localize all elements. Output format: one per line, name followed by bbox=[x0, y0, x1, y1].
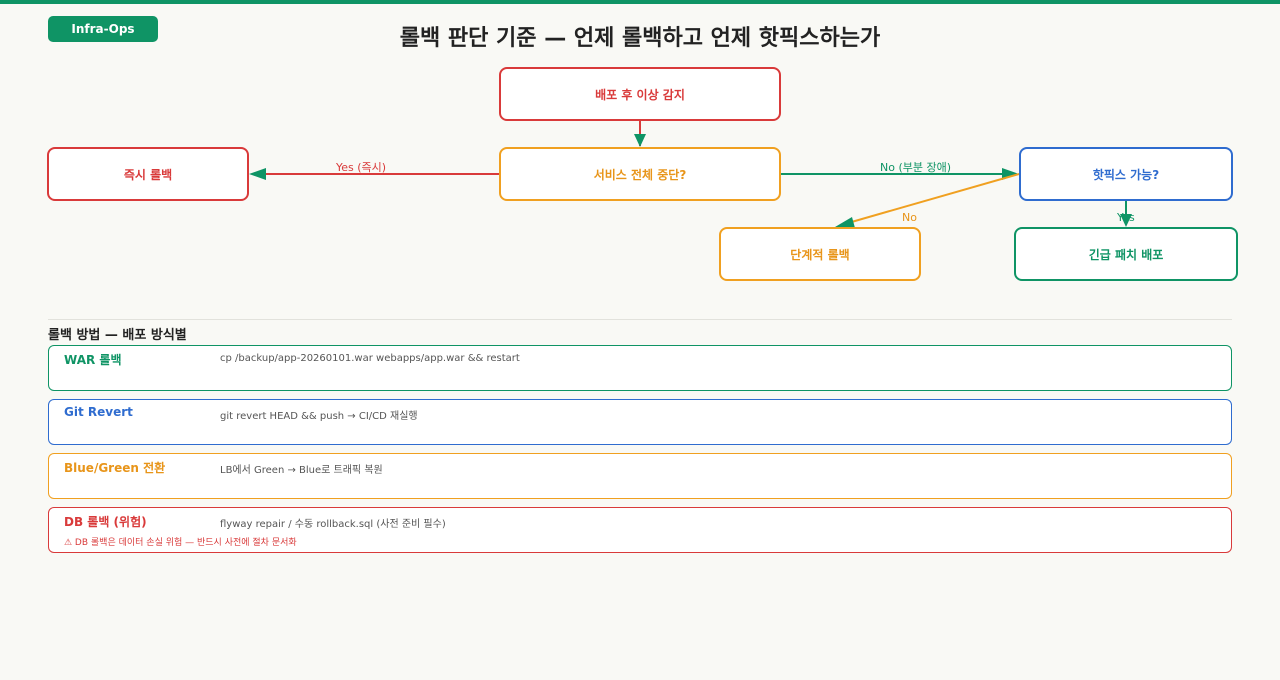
method-command: git revert HEAD && push → CI/CD 재실행 bbox=[220, 411, 418, 422]
arrowhead-detect-to-outage bbox=[634, 134, 646, 147]
edge-label-yes: Yes bbox=[1117, 211, 1135, 224]
method-command: flyway repair / 수동 rollback.sql (사전 준비 필… bbox=[220, 519, 446, 530]
methods-section-title: 롤백 방법 — 배포 방식별 bbox=[48, 328, 187, 343]
edge-label-no-partial: No (부분 장애) bbox=[880, 161, 952, 174]
node-emergency-patch: 긴급 패치 배포 bbox=[1014, 227, 1238, 281]
node-hotfix-decision: 핫픽스 가능? bbox=[1019, 147, 1233, 201]
method-name: Git Revert bbox=[64, 405, 133, 419]
method-name: Blue/Green 전환 bbox=[64, 461, 166, 475]
method-command: cp /backup/app-20260101.war webapps/app.… bbox=[220, 353, 520, 364]
arrowhead-outage-to-rollback bbox=[249, 168, 266, 180]
method-name: WAR 롤백 bbox=[64, 353, 122, 367]
method-card-war: WAR 롤백 cp /backup/app-20260101.war webap… bbox=[48, 345, 1232, 391]
node-service-outage-decision: 서비스 전체 중단? bbox=[499, 147, 781, 201]
section-divider bbox=[48, 319, 1232, 320]
node-immediate-rollback: 즉시 롤백 bbox=[47, 147, 249, 201]
node-anomaly-detected: 배포 후 이상 감지 bbox=[499, 67, 781, 121]
method-card-blue-green: Blue/Green 전환 LB에서 Green → Blue로 트래픽 복원 bbox=[48, 453, 1232, 499]
edge-label-yes-immediate: Yes (즉시) bbox=[336, 161, 387, 174]
method-name: DB 롤백 (위험) bbox=[64, 515, 147, 529]
method-card-db-rollback: DB 롤백 (위험) flyway repair / 수동 rollback.s… bbox=[48, 507, 1232, 553]
edge-hotfix-to-staged bbox=[847, 173, 1020, 224]
node-staged-rollback: 단계적 롤백 bbox=[719, 227, 921, 281]
edge-label-no: No bbox=[902, 211, 917, 224]
method-card-git-revert: Git Revert git revert HEAD && push → CI/… bbox=[48, 399, 1232, 445]
warning-text: ⚠ DB 롤백은 데이터 손실 위험 — 반드시 사전에 절차 문서화 bbox=[64, 538, 297, 548]
method-command: LB에서 Green → Blue로 트래픽 복원 bbox=[220, 465, 383, 476]
